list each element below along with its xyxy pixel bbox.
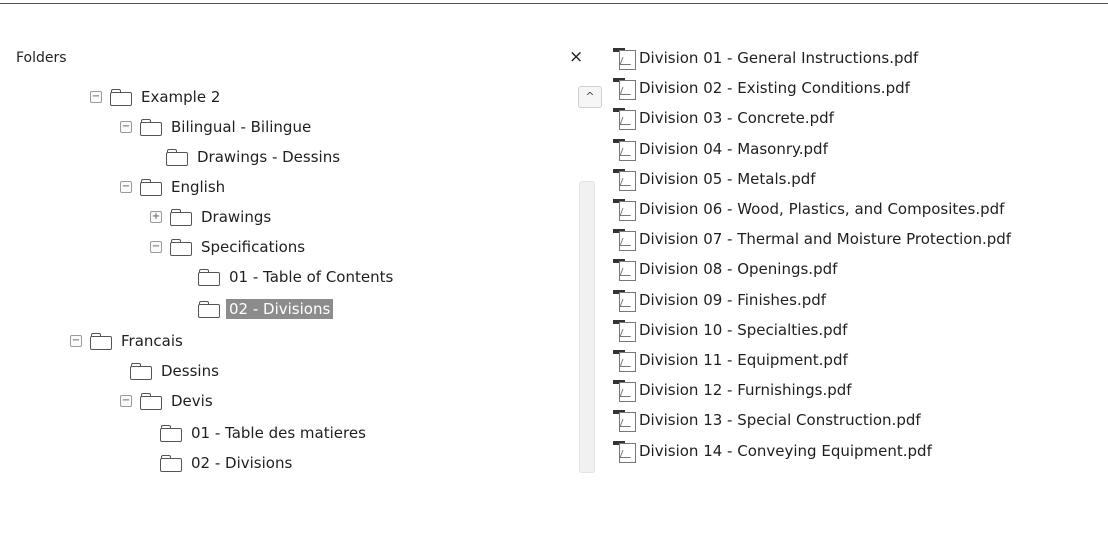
folder-icon bbox=[140, 393, 162, 410]
scroll-up-button[interactable]: ^ bbox=[578, 86, 602, 108]
top-divider bbox=[0, 3, 1108, 4]
tree-item[interactable]: Dessins bbox=[130, 360, 222, 382]
folder-icon bbox=[140, 179, 162, 196]
file-item[interactable]: Division 07 - Thermal and Moisture Prote… bbox=[611, 226, 1011, 252]
collapse-icon[interactable]: − bbox=[90, 91, 102, 103]
tree-item-label: 01 - Table des matieres bbox=[191, 424, 366, 442]
expand-icon[interactable]: + bbox=[150, 211, 162, 223]
tree-item[interactable]: − English bbox=[120, 176, 228, 198]
folder-icon bbox=[170, 209, 192, 226]
file-item[interactable]: Division 01 - General Instructions.pdf bbox=[611, 45, 918, 71]
file-name: Division 06 - Wood, Plastics, and Compos… bbox=[639, 200, 1005, 218]
file-name: Division 09 - Finishes.pdf bbox=[639, 290, 827, 309]
tree-item[interactable]: − Francais bbox=[70, 330, 186, 352]
tree-item-label: Bilingual - Bilingue bbox=[171, 118, 312, 136]
tree-item[interactable]: − Devis bbox=[120, 390, 216, 412]
tree-item[interactable]: − Bilingual - Bilingue bbox=[120, 116, 314, 138]
file-item[interactable]: Division 13 - Special Construction.pdf bbox=[611, 407, 921, 433]
file-name: Division 14 - Conveying Equipment.pdf bbox=[639, 441, 932, 460]
collapse-icon[interactable]: − bbox=[150, 241, 162, 253]
pdf-icon bbox=[611, 440, 637, 463]
pdf-icon bbox=[611, 289, 637, 312]
file-name: Division 03 - Concrete.pdf bbox=[639, 109, 834, 128]
folder-icon bbox=[140, 119, 162, 136]
file-item[interactable]: Division 14 - Conveying Equipment.pdf bbox=[611, 438, 932, 464]
tree-item-label: Francais bbox=[121, 332, 183, 350]
pdf-icon bbox=[611, 47, 637, 70]
pdf-icon bbox=[611, 379, 637, 403]
file-item[interactable]: Division 12 - Furnishings.pdf bbox=[611, 377, 852, 403]
pdf-icon bbox=[611, 349, 637, 372]
collapse-icon[interactable]: − bbox=[120, 395, 132, 407]
file-item[interactable]: Division 06 - Wood, Plastics, and Compos… bbox=[611, 196, 1004, 222]
file-item[interactable]: Division 04 - Masonry.pdf bbox=[611, 136, 828, 162]
tree-item[interactable]: − Specifications bbox=[150, 236, 308, 258]
pdf-icon bbox=[611, 319, 637, 342]
pdf-icon bbox=[611, 258, 637, 282]
pdf-icon bbox=[611, 107, 637, 131]
file-item[interactable]: Division 10 - Specialties.pdf bbox=[611, 317, 847, 343]
tree-item-label: Devis bbox=[171, 392, 213, 410]
pdf-icon bbox=[611, 168, 637, 191]
pdf-icon bbox=[611, 228, 637, 252]
file-item[interactable]: Division 09 - Finishes.pdf bbox=[611, 287, 826, 313]
tree-item-label: 02 - Divisions bbox=[226, 299, 334, 319]
file-name: Division 04 - Masonry.pdf bbox=[639, 139, 828, 158]
tree-item[interactable]: 01 - Table des matieres bbox=[160, 422, 369, 444]
tree-item[interactable]: Drawings - Dessins bbox=[166, 146, 343, 168]
folder-icon bbox=[166, 149, 188, 166]
pdf-icon bbox=[611, 198, 637, 221]
file-item[interactable]: Division 08 - Openings.pdf bbox=[611, 256, 837, 282]
file-name: Division 07 - Thermal and Moisture Prote… bbox=[639, 230, 1012, 249]
tree-item-label: Dessins bbox=[161, 362, 219, 380]
close-icon[interactable]: × bbox=[569, 47, 583, 67]
file-name: Division 05 - Metals.pdf bbox=[639, 169, 816, 188]
tree-item[interactable]: 01 - Table of Contents bbox=[198, 266, 396, 288]
folder-icon bbox=[198, 301, 220, 318]
tree-item[interactable]: + Drawings bbox=[150, 206, 274, 228]
pdf-icon bbox=[611, 77, 637, 101]
collapse-icon[interactable]: − bbox=[70, 335, 82, 347]
folders-pane-title: Folders bbox=[16, 50, 67, 66]
file-item[interactable]: Division 05 - Metals.pdf bbox=[611, 166, 816, 192]
tree-item-label: Example 2 bbox=[141, 88, 221, 106]
folders-scrollbar[interactable]: ^ bbox=[578, 86, 602, 486]
folder-icon bbox=[130, 363, 152, 380]
folder-icon bbox=[160, 455, 182, 472]
file-name: Division 11 - Equipment.pdf bbox=[639, 351, 848, 369]
tree-item-label: 01 - Table of Contents bbox=[229, 268, 394, 286]
file-name: Division 10 - Specialties.pdf bbox=[639, 320, 848, 339]
file-name: Division 08 - Openings.pdf bbox=[639, 260, 838, 279]
file-name: Division 02 - Existing Conditions.pdf bbox=[639, 79, 910, 98]
file-item[interactable]: Division 03 - Concrete.pdf bbox=[611, 105, 834, 131]
file-name: Division 01 - General Instructions.pdf bbox=[639, 49, 919, 67]
file-item[interactable]: Division 02 - Existing Conditions.pdf bbox=[611, 75, 910, 101]
folder-icon bbox=[110, 89, 132, 106]
tree-item-label: Specifications bbox=[201, 238, 306, 256]
tree-item[interactable]: − Example 2 bbox=[90, 86, 223, 108]
tree-item[interactable]: 02 - Divisions bbox=[198, 298, 334, 320]
folder-icon bbox=[160, 425, 182, 442]
tree-item-label: Drawings - Dessins bbox=[197, 148, 341, 166]
scroll-thumb[interactable] bbox=[579, 181, 595, 473]
folder-icon bbox=[90, 333, 112, 350]
collapse-icon[interactable]: − bbox=[120, 181, 132, 193]
tree-item-label: English bbox=[171, 178, 226, 196]
tree-item[interactable]: 02 - Divisions bbox=[160, 452, 295, 474]
file-name: Division 13 - Special Construction.pdf bbox=[639, 411, 921, 430]
collapse-icon[interactable]: − bbox=[120, 121, 132, 133]
folder-icon bbox=[198, 269, 220, 286]
pdf-icon bbox=[611, 138, 637, 161]
tree-item-label: Drawings bbox=[201, 208, 272, 226]
folder-icon bbox=[170, 239, 192, 256]
tree-item-label: 02 - Divisions bbox=[191, 454, 293, 472]
pdf-icon bbox=[611, 409, 637, 433]
file-name: Division 12 - Furnishings.pdf bbox=[639, 381, 852, 400]
file-item[interactable]: Division 11 - Equipment.pdf bbox=[611, 347, 848, 373]
